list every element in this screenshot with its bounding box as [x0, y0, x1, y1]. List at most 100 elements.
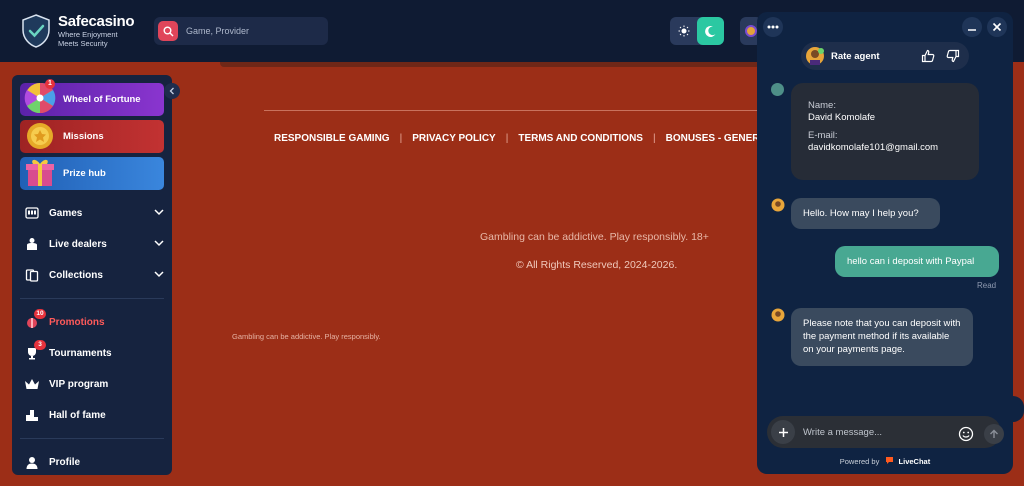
- logo-name: Safecasino: [58, 13, 135, 30]
- moon-icon[interactable]: [697, 17, 724, 45]
- theme-toggle[interactable]: [670, 17, 724, 45]
- more-dots-icon: [767, 25, 779, 29]
- vip-program-label: VIP program: [49, 378, 109, 390]
- visitor-info-card: Name: David Komolafe E-mail: davidkomola…: [791, 83, 979, 180]
- footer-link-bonuses[interactable]: BONUSES - GENERAL TE: [666, 133, 760, 144]
- chat-menu-button[interactable]: [763, 17, 783, 37]
- message-composer: [767, 416, 1004, 448]
- sidebar-item-games[interactable]: Games: [24, 203, 164, 223]
- slot-machine-icon: [24, 205, 40, 221]
- copyright-text: © All Rights Reserved, 2024-2026.: [516, 259, 678, 271]
- send-button[interactable]: [984, 424, 1004, 444]
- agent-message: Please note that you can deposit with th…: [791, 308, 973, 366]
- dealer-icon: [24, 236, 40, 252]
- footer-link-responsible-gaming[interactable]: RESPONSIBLE GAMING: [274, 133, 390, 144]
- chevron-left-icon: [169, 87, 174, 95]
- chat-close-button[interactable]: [987, 17, 1007, 37]
- chevron-down-icon[interactable]: [154, 269, 164, 279]
- sidebar-item-hall-of-fame[interactable]: Hall of fame: [24, 405, 164, 425]
- minimize-icon: [968, 29, 976, 31]
- prize-hub-label: Prize hub: [63, 168, 106, 179]
- plus-icon: [778, 427, 788, 437]
- email-label: E-mail:: [808, 130, 838, 141]
- livechat-panel: Rate agent Name: David Komolafe E-mail: …: [757, 12, 1013, 474]
- name-label: Name:: [808, 100, 836, 111]
- chat-minimize-button[interactable]: [962, 17, 982, 37]
- cards-icon: [24, 267, 40, 283]
- site-logo[interactable]: Safecasino Where Enjoyment Meets Securit…: [22, 13, 135, 48]
- prize-hub-card[interactable]: Prize hub: [20, 157, 164, 190]
- footer-separator: |: [652, 133, 656, 144]
- sidebar-divider: [20, 298, 164, 299]
- content-top-strip: [220, 62, 760, 67]
- footer-link-terms[interactable]: TERMS AND CONDITIONS: [518, 133, 643, 144]
- search-icon[interactable]: [158, 21, 178, 41]
- missions-card[interactable]: Missions: [20, 120, 164, 153]
- footer-links: RESPONSIBLE GAMING | PRIVACY POLICY | TERMS …: [274, 133, 760, 147]
- medal-icon: [27, 123, 53, 149]
- crown-icon: [24, 376, 40, 392]
- collections-label: Collections: [49, 269, 103, 281]
- arrow-up-icon: [990, 429, 998, 438]
- shield-icon: [22, 13, 50, 48]
- rate-agent-bar: Rate agent: [801, 42, 969, 70]
- notification-badge: 1: [45, 79, 55, 89]
- sidebar-divider: [20, 438, 164, 439]
- email-value: davidkomolafe101@gmail.com: [808, 142, 939, 153]
- hall-of-fame-label: Hall of fame: [49, 409, 106, 421]
- tournaments-badge: 3: [34, 340, 46, 350]
- footer-link-privacy-policy[interactable]: PRIVACY POLICY: [412, 133, 496, 144]
- games-label: Games: [49, 207, 83, 219]
- profile-label: Profile: [49, 456, 81, 468]
- chevron-down-icon[interactable]: [154, 207, 164, 217]
- wheel-of-fortune-label: Wheel of Fortune: [63, 94, 141, 105]
- sidebar-collapse-button[interactable]: [164, 83, 180, 99]
- tournaments-label: Tournaments: [49, 347, 112, 359]
- thumbs-down-icon[interactable]: [944, 47, 962, 65]
- name-value: David Komolafe: [808, 112, 876, 123]
- user-icon: [24, 454, 40, 470]
- user-message: hello can i deposit with Paypal: [835, 246, 999, 277]
- powered-by-footer[interactable]: Powered by LiveChat: [757, 456, 1013, 466]
- rate-agent-label: Rate agent: [831, 50, 880, 62]
- chevron-down-icon[interactable]: [154, 238, 164, 248]
- trophy-icon: 3: [24, 340, 46, 361]
- add-attachment-button[interactable]: [771, 420, 795, 444]
- promotions-label: Promotions: [49, 316, 105, 328]
- gift-box-icon: [26, 159, 54, 186]
- logo-tagline: Where Enjoyment Meets Security: [58, 30, 118, 48]
- agent-avatar: [771, 198, 785, 212]
- message-input[interactable]: [803, 426, 943, 438]
- read-status: Read: [977, 281, 997, 290]
- agent-message: Hello. How may I help you?: [791, 198, 940, 229]
- podium-icon: [24, 407, 40, 423]
- livechat-logo-icon: [886, 457, 894, 464]
- search-bar[interactable]: [154, 17, 328, 45]
- close-icon: [992, 22, 1002, 32]
- gift-icon: 10: [24, 309, 46, 330]
- sidebar-item-tournaments[interactable]: 3 Tournaments: [24, 340, 164, 363]
- emoji-icon[interactable]: [958, 426, 974, 442]
- missions-label: Missions: [63, 131, 104, 142]
- footer-separator: |: [505, 133, 509, 144]
- live-dealers-label: Live dealers: [49, 238, 107, 250]
- search-input[interactable]: [186, 26, 316, 36]
- agent-avatar: [771, 308, 785, 322]
- sun-icon[interactable]: [670, 17, 697, 45]
- sidebar-item-collections[interactable]: Collections: [24, 265, 164, 285]
- sidebar-item-vip-program[interactable]: VIP program: [24, 374, 164, 394]
- wheel-of-fortune-card[interactable]: 1 Wheel of Fortune: [20, 79, 164, 116]
- footer-divider: [264, 110, 764, 111]
- thumbs-up-icon[interactable]: [919, 47, 937, 65]
- scroll-to-top-button[interactable]: [1013, 396, 1024, 422]
- small-disclaimer: Gambling can be addictive. Play responsi…: [232, 332, 381, 341]
- promotions-badge: 10: [34, 309, 46, 319]
- sidebar-item-live-dealers[interactable]: Live dealers: [24, 234, 164, 254]
- footer-separator: |: [399, 133, 403, 144]
- system-user-icon: [771, 83, 784, 96]
- sidebar-item-promotions[interactable]: 10 Promotions: [24, 309, 164, 332]
- sidebar-item-profile[interactable]: Profile: [24, 452, 164, 472]
- gambling-disclaimer: Gambling can be addictive. Play responsi…: [480, 231, 709, 243]
- coin-icon: [745, 25, 757, 37]
- agent-avatar: [806, 47, 824, 65]
